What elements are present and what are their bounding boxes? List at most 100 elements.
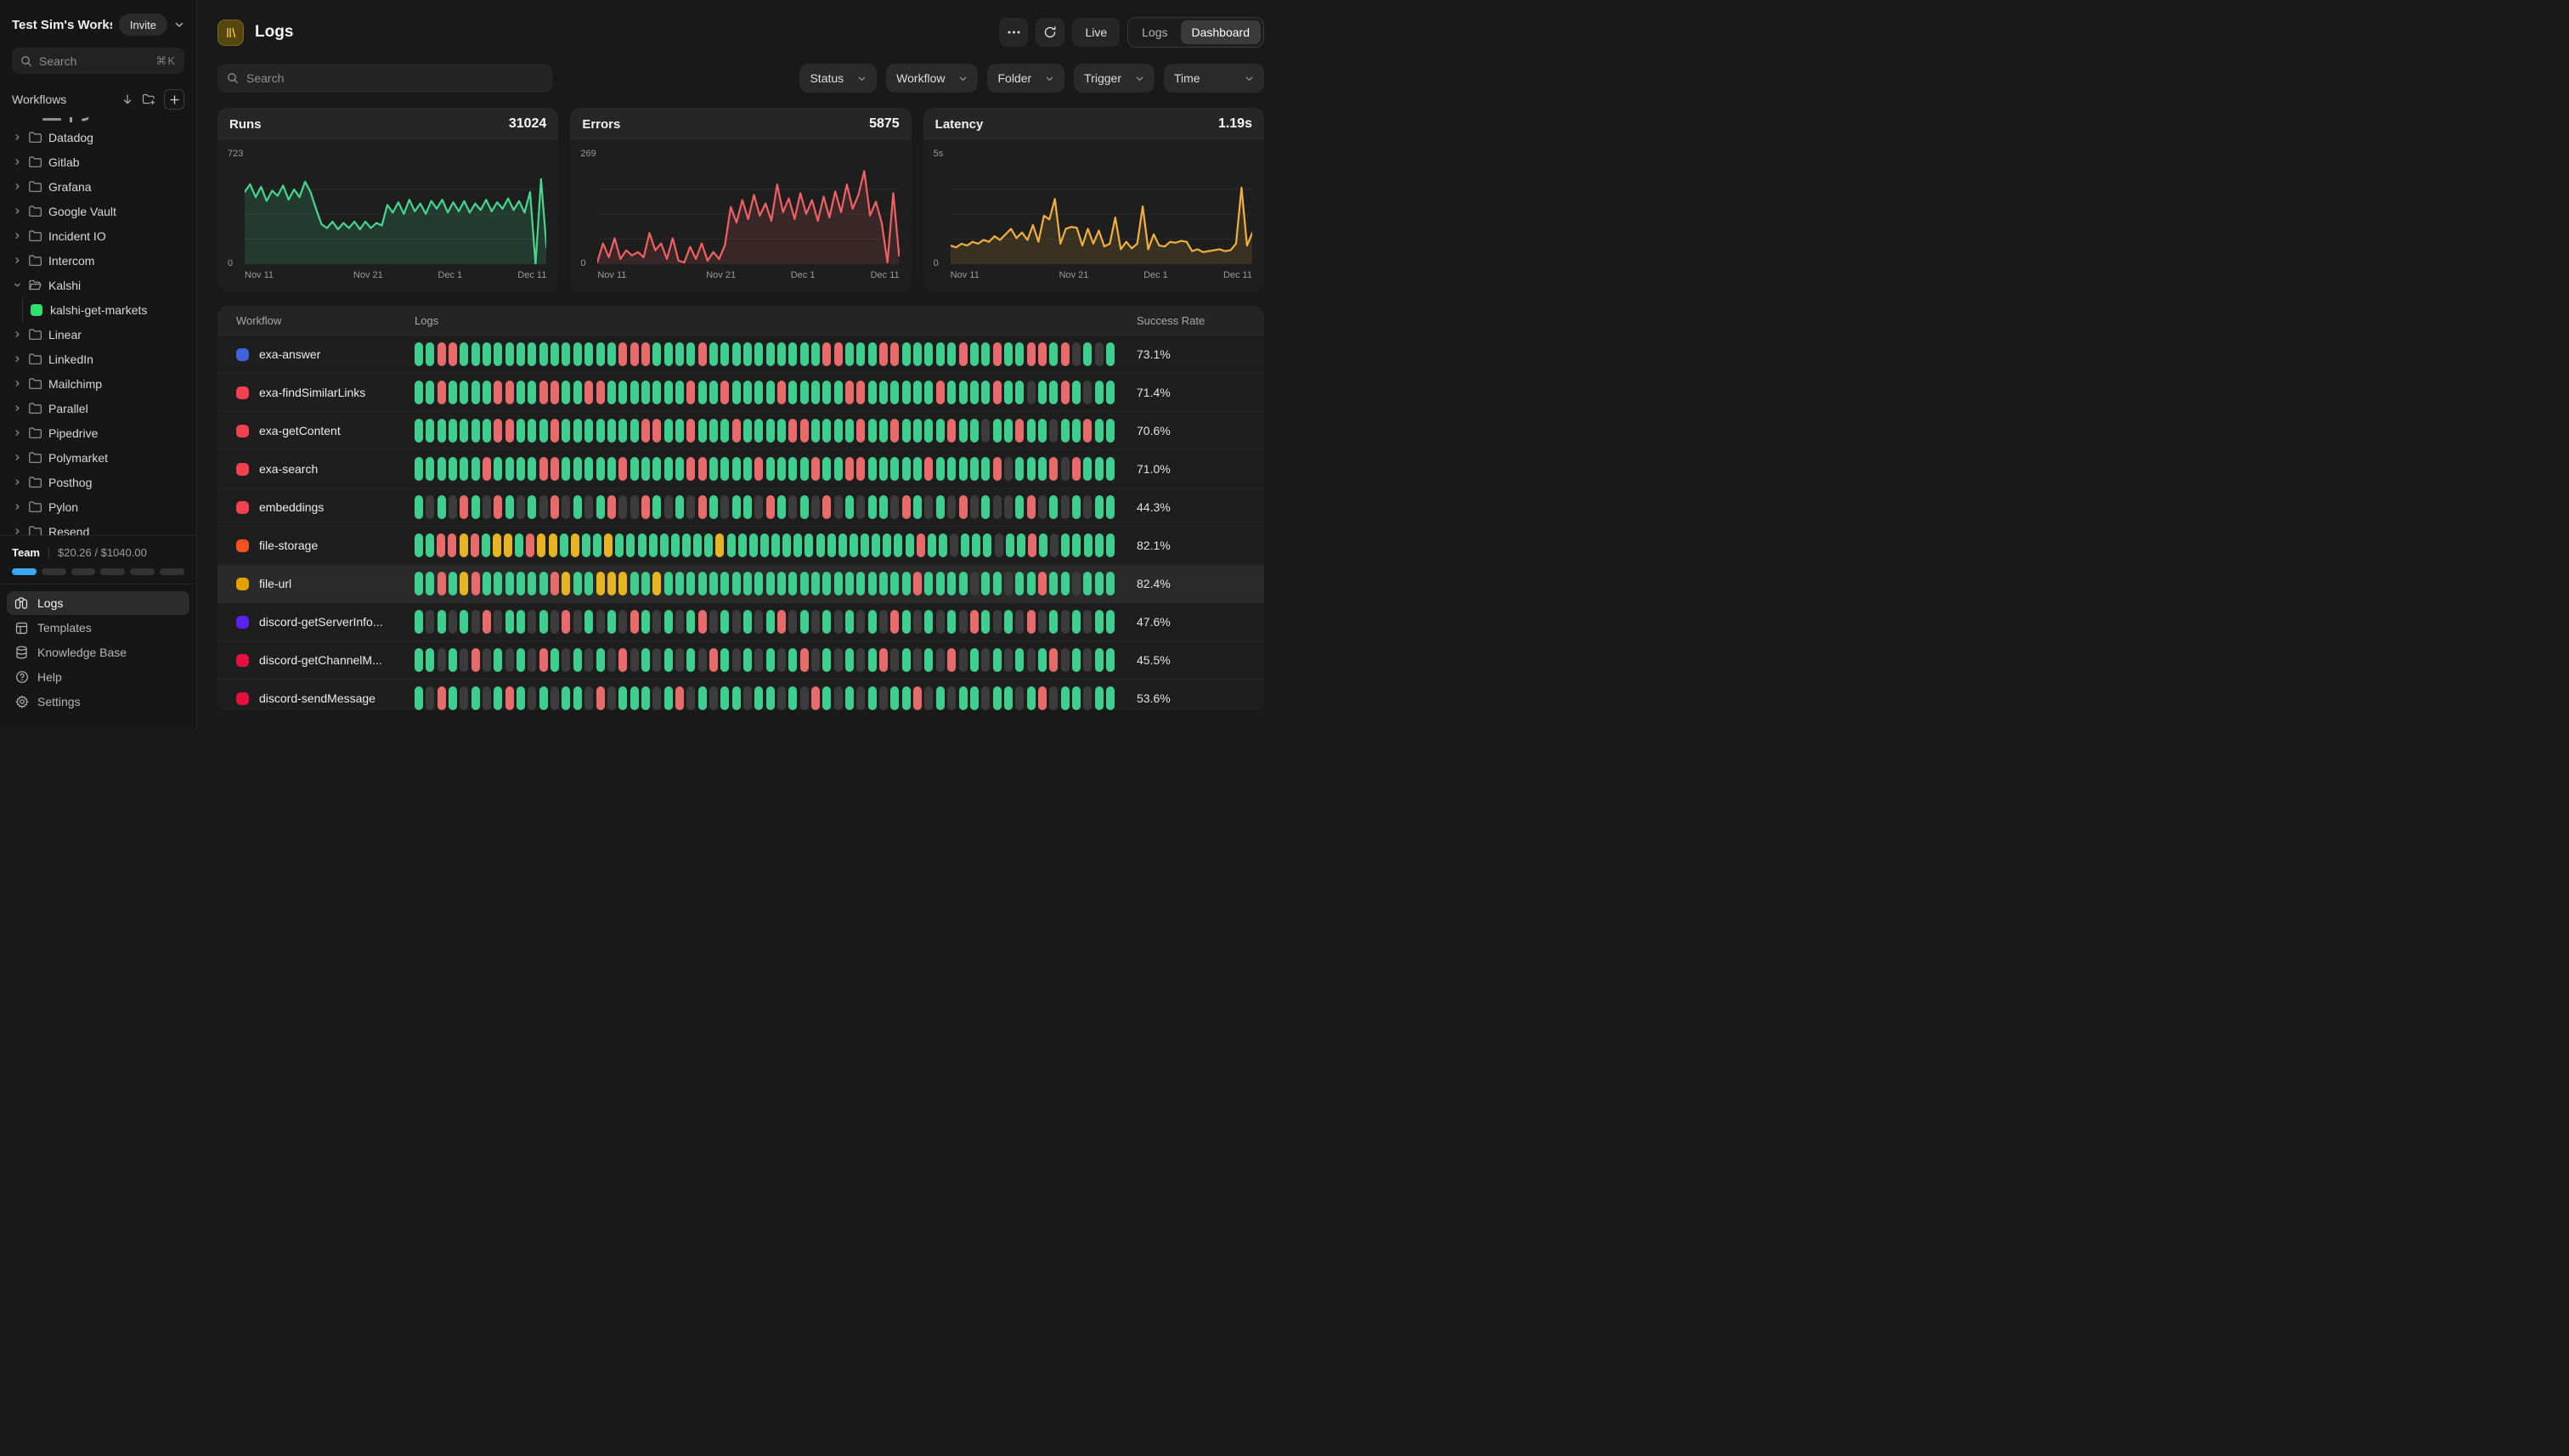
sidebar-search-input[interactable]: Search ⌘K <box>12 48 184 74</box>
log-pill[interactable] <box>715 533 724 557</box>
log-pill[interactable] <box>549 533 557 557</box>
log-pill[interactable] <box>732 457 741 481</box>
sidebar-folder-intercom[interactable]: Intercom <box>5 248 191 273</box>
log-pill[interactable] <box>856 495 865 519</box>
log-pill[interactable] <box>449 686 457 710</box>
log-pill[interactable] <box>652 381 661 404</box>
log-pill[interactable] <box>822 495 831 519</box>
log-pill[interactable] <box>936 572 945 595</box>
log-pill[interactable] <box>1083 610 1092 634</box>
log-pill[interactable] <box>928 533 936 557</box>
log-pill[interactable] <box>584 495 593 519</box>
log-pill[interactable] <box>630 648 639 672</box>
log-pill[interactable] <box>902 686 911 710</box>
log-pill[interactable] <box>981 610 990 634</box>
log-pill[interactable] <box>1017 533 1025 557</box>
log-pill[interactable] <box>800 381 809 404</box>
log-pill[interactable] <box>1061 533 1070 557</box>
log-pill[interactable] <box>1072 457 1081 481</box>
sidebar-folder-gitlab[interactable]: Gitlab <box>5 150 191 174</box>
log-pill[interactable] <box>460 342 468 366</box>
log-pill[interactable] <box>460 648 468 672</box>
log-pill[interactable] <box>834 610 843 634</box>
sidebar-folder-pylon[interactable]: Pylon <box>5 494 191 519</box>
log-pill[interactable] <box>822 381 831 404</box>
log-pill[interactable] <box>993 572 1002 595</box>
log-pill[interactable] <box>782 533 791 557</box>
log-pill[interactable] <box>607 648 616 672</box>
log-pill[interactable] <box>754 381 763 404</box>
log-pill[interactable] <box>890 342 899 366</box>
log-pill[interactable] <box>894 533 902 557</box>
log-pill[interactable] <box>822 610 831 634</box>
log-pill[interactable] <box>449 648 457 672</box>
log-pill[interactable] <box>868 342 877 366</box>
log-pill[interactable] <box>641 648 650 672</box>
log-pill[interactable] <box>879 648 888 672</box>
log-pill[interactable] <box>539 381 548 404</box>
log-pill[interactable] <box>584 419 593 443</box>
log-pill[interactable] <box>1072 648 1081 672</box>
log-pill[interactable] <box>539 457 548 481</box>
log-pill[interactable] <box>913 419 922 443</box>
log-pill[interactable] <box>766 419 775 443</box>
log-pill[interactable] <box>641 381 650 404</box>
log-pill[interactable] <box>1106 610 1115 634</box>
log-pill[interactable] <box>528 419 536 443</box>
log-pill[interactable] <box>607 419 616 443</box>
log-pill[interactable] <box>573 381 582 404</box>
log-pill[interactable] <box>641 457 650 481</box>
log-pill[interactable] <box>879 572 888 595</box>
nav-item-help[interactable]: Help <box>7 665 189 689</box>
sidebar-folder-resend[interactable]: Resend <box>5 519 191 535</box>
log-pill[interactable] <box>573 610 582 634</box>
log-pill[interactable] <box>720 572 729 595</box>
log-pill[interactable] <box>517 648 525 672</box>
log-pill[interactable] <box>593 533 601 557</box>
log-pill[interactable] <box>1004 342 1013 366</box>
log-pill[interactable] <box>811 610 820 634</box>
log-pill[interactable] <box>816 533 825 557</box>
log-pill[interactable] <box>682 533 691 557</box>
log-pill[interactable] <box>720 495 729 519</box>
log-pill[interactable] <box>528 648 536 672</box>
log-pill[interactable] <box>709 572 718 595</box>
log-pill[interactable] <box>641 342 650 366</box>
log-pill[interactable] <box>1015 572 1024 595</box>
log-pill[interactable] <box>641 495 650 519</box>
log-pill[interactable] <box>675 495 684 519</box>
log-pill[interactable] <box>505 419 514 443</box>
log-pill[interactable] <box>834 495 843 519</box>
log-pill[interactable] <box>664 686 673 710</box>
log-pill[interactable] <box>1061 610 1070 634</box>
log-pill[interactable] <box>805 533 813 557</box>
log-pill[interactable] <box>902 572 911 595</box>
log-pill[interactable] <box>766 342 775 366</box>
log-pill[interactable] <box>766 381 775 404</box>
log-pill[interactable] <box>754 572 763 595</box>
log-pill[interactable] <box>686 381 695 404</box>
log-pill[interactable] <box>834 572 843 595</box>
log-pill[interactable] <box>562 686 570 710</box>
log-pill[interactable] <box>950 533 958 557</box>
log-pill[interactable] <box>664 342 673 366</box>
log-pill[interactable] <box>550 457 559 481</box>
log-pill[interactable] <box>693 533 702 557</box>
log-pill[interactable] <box>415 342 423 366</box>
log-pill[interactable] <box>1049 686 1058 710</box>
log-pill[interactable] <box>607 495 616 519</box>
log-pill[interactable] <box>732 648 741 672</box>
log-pill[interactable] <box>947 381 956 404</box>
log-pill[interactable] <box>573 648 582 672</box>
log-pill[interactable] <box>584 572 593 595</box>
log-pill[interactable] <box>800 610 809 634</box>
more-options-button[interactable] <box>999 18 1028 47</box>
log-pill[interactable] <box>766 648 775 672</box>
log-pill[interactable] <box>788 381 797 404</box>
log-pill[interactable] <box>494 610 502 634</box>
nav-item-knowledge-base[interactable]: Knowledge Base <box>7 641 189 664</box>
log-pill[interactable] <box>947 419 956 443</box>
log-pill[interactable] <box>959 686 968 710</box>
log-pill[interactable] <box>1038 381 1047 404</box>
log-pill[interactable] <box>1015 457 1024 481</box>
